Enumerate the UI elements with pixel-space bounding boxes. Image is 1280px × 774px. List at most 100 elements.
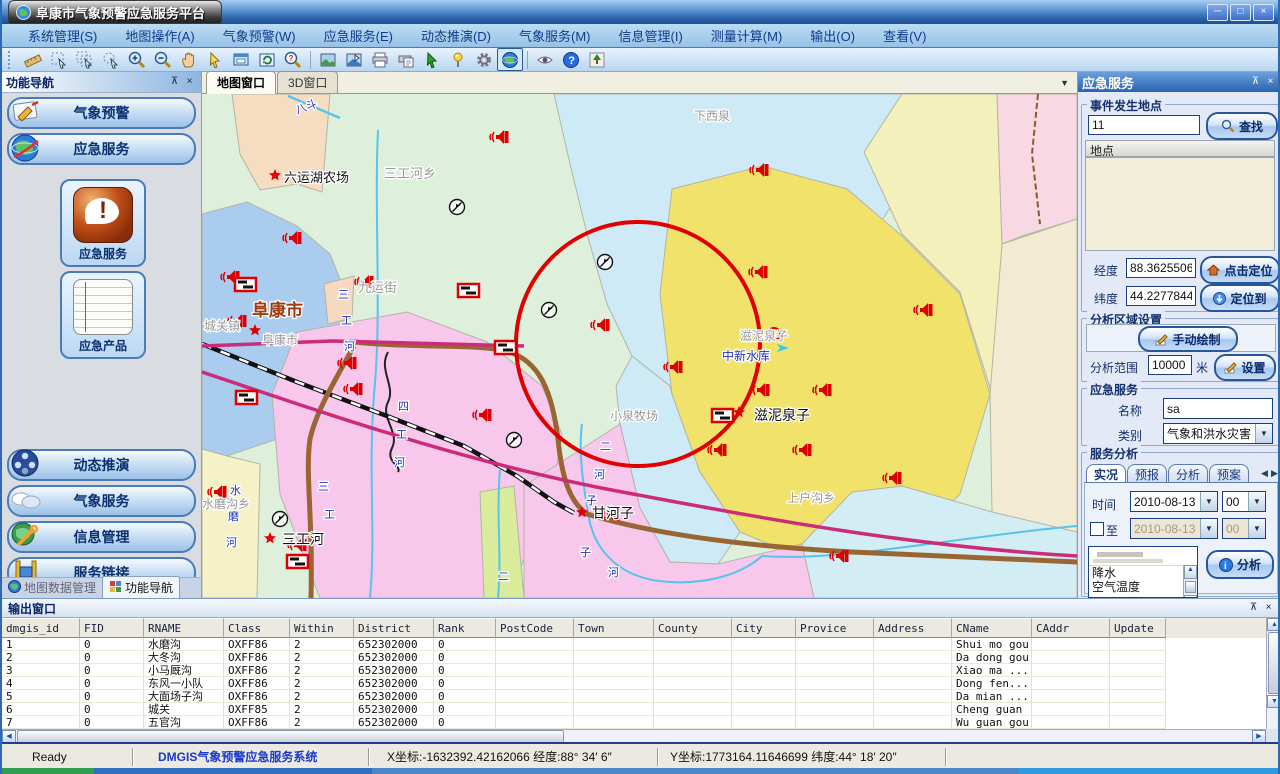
hour-select[interactable]: 00▼ <box>1222 491 1266 512</box>
menu-item[interactable]: 查看(V) <box>869 26 940 45</box>
warning-sign-icon[interactable] <box>236 391 257 404</box>
column-header[interactable]: Address <box>874 618 952 638</box>
element-list[interactable]: 降水空气温度 ▲▼ <box>1088 546 1198 598</box>
menu-item[interactable]: 地图操作(A) <box>111 26 208 45</box>
location-search-input[interactable] <box>1088 115 1200 135</box>
manual-draw-button[interactable]: 手动绘制 <box>1138 326 1238 352</box>
menu-item[interactable]: 测量计算(M) <box>697 26 797 45</box>
column-header[interactable]: District <box>354 618 434 638</box>
analysis-tab-实况[interactable]: 实况 <box>1086 464 1126 483</box>
to-checkbox[interactable] <box>1090 522 1104 536</box>
print-icon[interactable] <box>367 48 393 71</box>
export-map-icon[interactable] <box>341 48 367 71</box>
sidebar-item-气象预警[interactable]: 气象预警 <box>7 97 196 129</box>
globe-3d-icon[interactable] <box>497 48 523 71</box>
pointer-icon[interactable] <box>202 48 228 71</box>
sidebar-item-应急服务[interactable]: 应急服务 <box>7 133 196 165</box>
tab-scroll-left-icon[interactable]: ◀ <box>1260 468 1269 479</box>
menu-item[interactable]: 输出(O) <box>796 26 869 45</box>
station-icon[interactable] <box>598 255 613 270</box>
zoom-out-icon[interactable] <box>150 48 176 71</box>
sidebar-item-信息管理[interactable]: 信息管理 <box>7 521 196 553</box>
identify-icon[interactable]: ? <box>280 48 306 71</box>
pushpin-icon[interactable] <box>445 48 471 71</box>
range-input[interactable] <box>1148 355 1192 375</box>
column-header[interactable]: Rank <box>434 618 496 638</box>
menu-item[interactable]: 应急服务(E) <box>310 26 407 45</box>
table-row[interactable]: 40东风一小队OXFF8626523020000Dong fen... <box>2 677 1266 690</box>
column-header[interactable]: City <box>732 618 796 638</box>
help-icon[interactable]: ? <box>558 48 584 71</box>
analyze-button[interactable]: i 分析 <box>1206 550 1274 579</box>
measure-ruler-icon[interactable] <box>20 48 46 71</box>
pan-hand-icon[interactable] <box>176 48 202 71</box>
tab-scroll-right-icon[interactable]: ▶ <box>1270 468 1279 479</box>
menu-item[interactable]: 气象服务(M) <box>505 26 605 45</box>
warning-sign-icon[interactable] <box>287 555 308 568</box>
map-tab-地图窗口[interactable]: 地图窗口 <box>206 71 276 94</box>
list-item[interactable]: 空气温度 <box>1089 580 1197 594</box>
search-button[interactable]: 查找 <box>1206 112 1278 140</box>
full-extent-icon[interactable] <box>228 48 254 71</box>
map-tab-3D窗口[interactable]: 3D窗口 <box>277 71 338 93</box>
toolbar-grip[interactable] <box>8 51 15 69</box>
analysis-tab-预案[interactable]: 预案 <box>1209 464 1249 483</box>
column-header[interactable]: Town <box>574 618 654 638</box>
close-button[interactable]: × <box>1253 4 1274 21</box>
latitude-input[interactable] <box>1126 286 1196 306</box>
select-area-icon[interactable] <box>46 48 72 71</box>
service-name-input[interactable] <box>1163 398 1273 419</box>
maximize-button[interactable]: □ <box>1230 4 1251 21</box>
set-range-button[interactable]: 设置 <box>1214 354 1276 381</box>
print-preview-icon[interactable] <box>393 48 419 71</box>
column-header[interactable]: PostCode <box>496 618 574 638</box>
close-icon[interactable]: × <box>1261 601 1276 615</box>
pin-icon[interactable]: ⊼ <box>1246 601 1261 615</box>
column-header[interactable]: Update <box>1110 618 1166 638</box>
table-row[interactable]: 10水磨沟OXFF8626523020000Shui mo gou <box>2 638 1266 651</box>
tool-button-应急服务[interactable]: 应急服务 <box>60 179 146 267</box>
table-row[interactable]: 60城关OXFF8526523020000Cheng guan <box>2 703 1266 716</box>
click-locate-button[interactable]: 点击定位 <box>1200 256 1280 284</box>
table-row[interactable]: 70五官沟OXFF8626523020000Wu guan gou <box>2 716 1266 729</box>
column-header[interactable]: Within <box>290 618 354 638</box>
tool-button-应急产品[interactable]: 应急产品 <box>60 271 146 359</box>
service-type-select[interactable]: 气象和洪水灾害▼ <box>1163 423 1273 444</box>
list-scrollbar[interactable]: ▲▼ <box>1183 565 1197 597</box>
sidebar-item-动态推演[interactable]: 动态推演 <box>7 449 196 481</box>
column-header[interactable]: Provice <box>796 618 874 638</box>
menu-item[interactable]: 信息管理(I) <box>605 26 697 45</box>
date-select[interactable]: 2010-08-13▼ <box>1130 491 1218 512</box>
select-pointer-icon[interactable] <box>98 48 124 71</box>
table-row[interactable]: 30小马厩沟OXFF8626523020000Xiao ma ... <box>2 664 1266 677</box>
pin-icon[interactable]: ⊼ <box>167 75 182 89</box>
list-item[interactable]: 降水 <box>1089 566 1197 580</box>
place-list[interactable] <box>1085 157 1275 251</box>
layer-tree-icon[interactable] <box>584 48 610 71</box>
close-icon[interactable]: × <box>182 75 197 89</box>
warning-sign-icon[interactable] <box>495 341 516 354</box>
station-icon[interactable] <box>507 433 522 448</box>
sidebar-item-气象服务[interactable]: 气象服务 <box>7 485 196 517</box>
analysis-tab-分析[interactable]: 分析 <box>1168 464 1208 483</box>
column-header[interactable]: CName <box>952 618 1032 638</box>
nav-tab-功能导航[interactable]: 功能导航 <box>102 576 180 598</box>
close-icon[interactable]: × <box>1263 75 1278 89</box>
station-icon[interactable] <box>273 512 288 527</box>
map-canvas[interactable]: 八斗下西泉六运湖农场三工河乡九运街阜康市城关镇阜康市滋泥泉子中新水库滋泥泉子小泉… <box>202 94 1077 598</box>
nav-tab-地图数据管理[interactable]: 地图数据管理 <box>2 577 102 598</box>
column-header[interactable]: CAddr <box>1032 618 1110 638</box>
table-row[interactable]: 20大冬沟OXFF8626523020000Da dong gou <box>2 651 1266 664</box>
longitude-input[interactable] <box>1126 258 1196 278</box>
menu-item[interactable]: 动态推演(D) <box>407 26 505 45</box>
station-icon[interactable] <box>542 303 557 318</box>
warning-sign-icon[interactable] <box>458 284 479 297</box>
zoom-in-icon[interactable] <box>124 48 150 71</box>
goto-arrow-icon[interactable] <box>419 48 445 71</box>
vertical-scrollbar[interactable]: ▲ ▼ <box>1266 618 1280 729</box>
column-header[interactable]: County <box>654 618 732 638</box>
minimize-button[interactable]: ─ <box>1207 4 1228 21</box>
settings-gear-icon[interactable] <box>471 48 497 71</box>
visibility-eye-icon[interactable] <box>532 48 558 71</box>
pin-icon[interactable]: ⊼ <box>1248 75 1263 89</box>
